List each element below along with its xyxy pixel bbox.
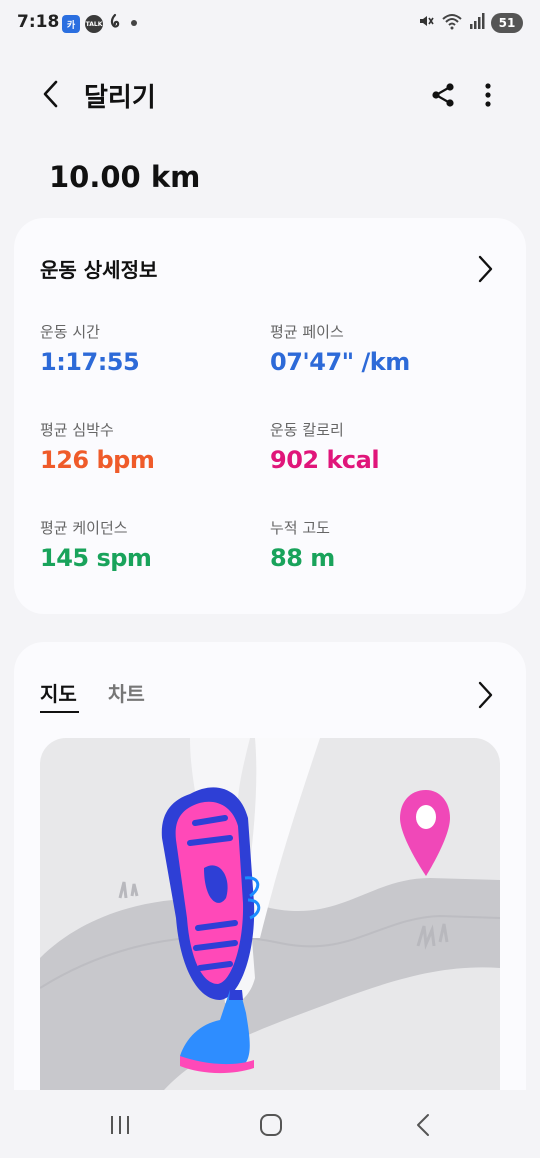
metric-value: 902 kcal xyxy=(270,446,380,474)
metric-label: 운동 시간 xyxy=(40,323,100,341)
recent-apps-button[interactable] xyxy=(100,1108,140,1142)
metric-value: 1:17:55 xyxy=(40,348,140,376)
chevron-right-icon xyxy=(478,681,493,709)
share-icon xyxy=(432,83,454,107)
app-bar: 달리기 xyxy=(0,60,540,130)
metric-label: 평균 페이스 xyxy=(270,323,344,341)
signal-icon xyxy=(469,12,485,34)
details-title: 운동 상세정보 xyxy=(40,258,158,282)
chevron-right-icon xyxy=(478,255,493,283)
metric-average-pace: 평균 페이스 07'47" /km xyxy=(270,322,410,378)
mute-icon xyxy=(417,12,435,34)
metric-label: 운동 칼로리 xyxy=(270,421,344,439)
notification-icons: 카 TALK xyxy=(62,13,141,35)
metric-average-cadence: 평균 케이던스 145 spm xyxy=(40,518,152,574)
tab-chart[interactable]: 차트 xyxy=(108,678,145,707)
status-bar: 7:18 카 TALK 51 xyxy=(0,0,540,48)
map-chart-card: 지도 차트 xyxy=(14,642,526,1142)
more-options-button[interactable] xyxy=(474,78,502,112)
metric-value: 88 m xyxy=(270,544,335,572)
app-icon xyxy=(108,13,122,35)
kakao-page-icon: 카 xyxy=(62,15,80,33)
metric-label: 평균 심박수 xyxy=(40,421,114,439)
status-right-icons: 51 xyxy=(417,12,523,34)
back-arrow-icon xyxy=(43,80,58,108)
wifi-icon xyxy=(441,12,463,34)
home-icon xyxy=(260,1114,282,1136)
metric-workout-time: 운동 시간 1:17:55 xyxy=(40,322,140,378)
map-more-button[interactable] xyxy=(470,678,500,712)
share-button[interactable] xyxy=(426,78,460,112)
metric-value: 07'47" /km xyxy=(270,348,410,376)
metric-average-heart-rate: 평균 심박수 126 bpm xyxy=(40,420,155,476)
battery-icon: 51 xyxy=(491,13,523,33)
status-time: 7:18 xyxy=(17,12,60,32)
back-button[interactable] xyxy=(34,76,68,112)
metric-value: 145 spm xyxy=(40,544,152,572)
metric-label: 누적 고도 xyxy=(270,519,330,537)
back-nav-icon xyxy=(417,1114,429,1136)
metric-elevation-gain: 누적 고도 88 m xyxy=(270,518,335,574)
map-placeholder[interactable] xyxy=(40,738,500,1128)
more-vertical-icon xyxy=(485,83,491,107)
workout-details-card[interactable]: 운동 상세정보 운동 시간 1:17:55 평균 페이스 07'47" /km … xyxy=(14,218,526,614)
tab-map[interactable]: 지도 xyxy=(40,678,77,707)
recent-apps-icon xyxy=(111,1116,129,1134)
page-title: 달리기 xyxy=(84,83,156,113)
details-more-button[interactable] xyxy=(470,252,500,286)
system-nav-bar xyxy=(0,1090,540,1158)
home-button[interactable] xyxy=(251,1108,291,1142)
metric-calories: 운동 칼로리 902 kcal xyxy=(270,420,380,476)
metric-value: 126 bpm xyxy=(40,446,155,474)
running-shoe-illustration xyxy=(40,738,500,1128)
distance-total: 10.00 km xyxy=(49,160,201,194)
back-nav-button[interactable] xyxy=(403,1108,443,1142)
metric-label: 평균 케이던스 xyxy=(40,519,128,537)
kakaotalk-icon: TALK xyxy=(85,15,103,33)
dot-icon xyxy=(127,15,141,34)
tab-selected-indicator xyxy=(40,711,79,713)
